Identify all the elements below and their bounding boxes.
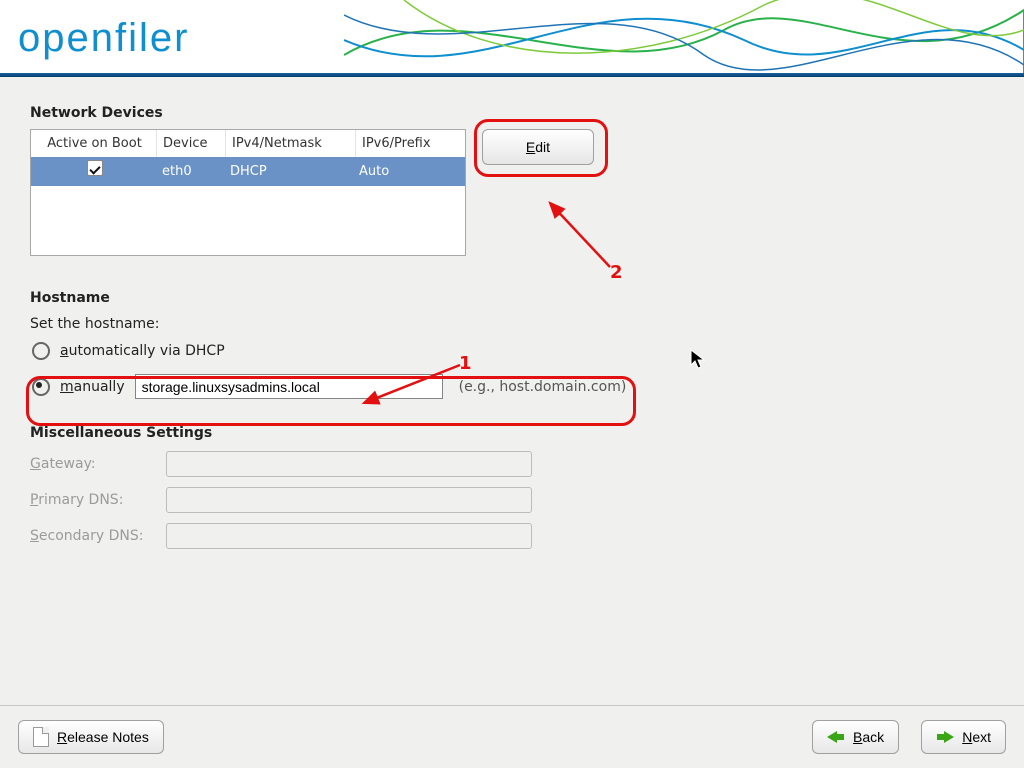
document-icon xyxy=(33,727,49,747)
label-primary-dns: Primary DNS: xyxy=(30,492,166,508)
hostname-option-auto[interactable]: automatically via DHCP xyxy=(30,342,994,360)
hostname-option-manual[interactable]: manually (e.g., host.domain.com) xyxy=(30,374,994,399)
edit-button[interactable]: Edit xyxy=(482,129,594,165)
network-devices-table[interactable]: Active on Boot Device IPv4/Netmask IPv6/… xyxy=(30,129,466,256)
arrow-right-icon xyxy=(936,730,954,744)
table-row[interactable]: eth0 DHCP Auto xyxy=(31,157,465,186)
col-device[interactable]: Device xyxy=(157,130,226,157)
col-ipv6-prefix[interactable]: IPv6/Prefix xyxy=(356,130,465,157)
section-title-hostname: Hostname xyxy=(30,290,994,306)
footer-bar: Release Notes Back Next xyxy=(0,706,1024,768)
radio-auto-label: automatically via DHCP xyxy=(60,343,225,359)
app-header: openfiler xyxy=(0,0,1024,73)
next-button[interactable]: Next xyxy=(921,720,1006,754)
section-title-misc: Miscellaneous Settings xyxy=(30,425,994,441)
cell-ipv6: Auto xyxy=(353,157,465,186)
radio-auto-dhcp[interactable] xyxy=(32,342,50,360)
gateway-input xyxy=(166,451,532,477)
main-content: Network Devices Active on Boot Device IP… xyxy=(0,77,1024,705)
hostname-hint: (e.g., host.domain.com) xyxy=(459,379,627,395)
cell-device: eth0 xyxy=(156,157,224,186)
cell-ipv4: DHCP xyxy=(224,157,353,186)
hostname-prompt: Set the hostname: xyxy=(30,316,994,332)
label-secondary-dns: Secondary DNS: xyxy=(30,528,166,544)
col-active-on-boot[interactable]: Active on Boot xyxy=(31,130,157,157)
back-button[interactable]: Back xyxy=(812,720,899,754)
active-on-boot-checkbox[interactable] xyxy=(87,160,103,176)
section-title-network-devices: Network Devices xyxy=(30,105,994,121)
arrow-left-icon xyxy=(827,730,845,744)
hostname-input[interactable] xyxy=(135,374,443,399)
secondary-dns-input xyxy=(166,523,532,549)
release-notes-button[interactable]: Release Notes xyxy=(18,720,164,754)
radio-manual[interactable] xyxy=(32,378,50,396)
table-header-row: Active on Boot Device IPv4/Netmask IPv6/… xyxy=(31,130,465,157)
header-decoration xyxy=(344,0,1024,73)
col-ipv4-netmask[interactable]: IPv4/Netmask xyxy=(226,130,356,157)
label-gateway: Gateway: xyxy=(30,456,166,472)
radio-manual-label: manually xyxy=(60,379,125,395)
primary-dns-input xyxy=(166,487,532,513)
brand-logo: openfiler xyxy=(18,16,189,61)
